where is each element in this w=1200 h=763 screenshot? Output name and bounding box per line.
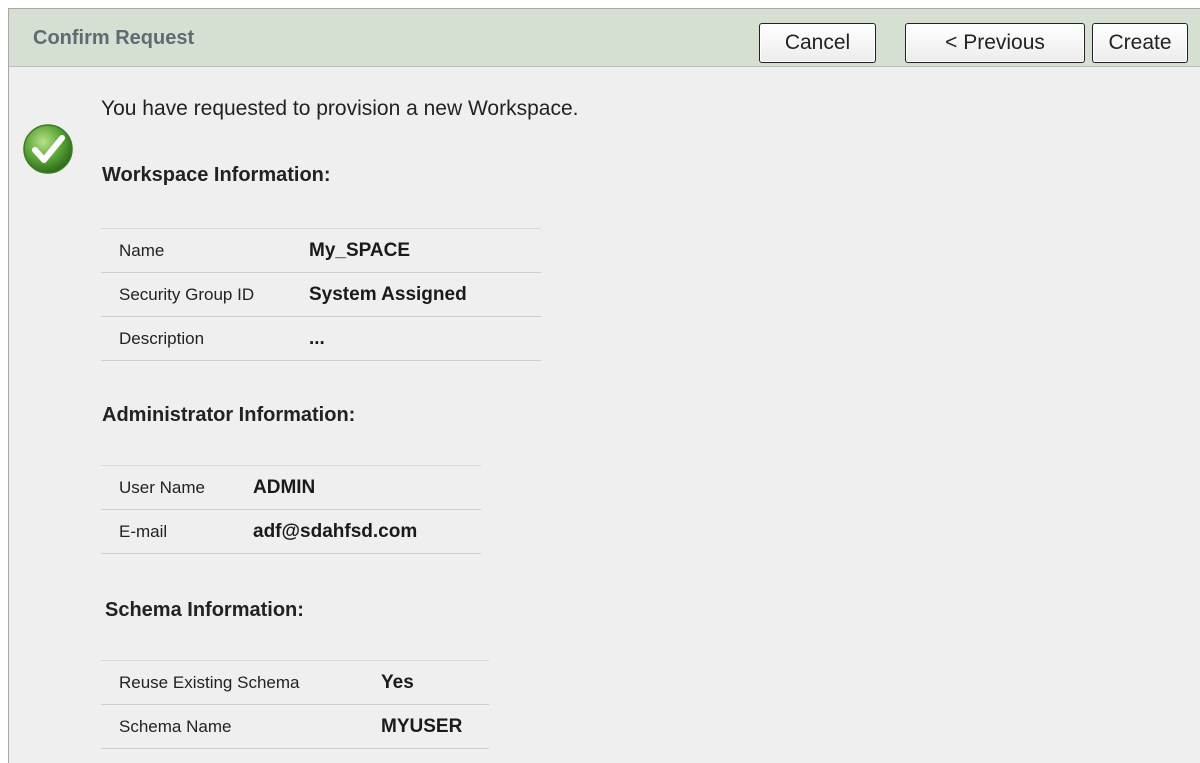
user-name-value: ADMIN	[253, 476, 316, 498]
reuse-schema-label: Reuse Existing Schema	[119, 672, 300, 692]
administrator-info-table: User Name ADMIN E-mail adf@sdahfsd.com	[101, 465, 481, 554]
schema-name-label: Schema Name	[119, 716, 232, 736]
security-group-label: Security Group ID	[119, 284, 255, 304]
name-value: My_SPACE	[309, 239, 411, 261]
description-value: ...	[309, 327, 325, 349]
checkmark-icon	[23, 124, 73, 174]
confirmation-message: You have requested to provision a new Wo…	[101, 97, 579, 120]
workspace-info-table: Name My_SPACE Security Group ID System A…	[101, 228, 541, 361]
confirm-request-region: Confirm Request Cancel < Previous Create…	[8, 8, 1200, 763]
table-row: User Name ADMIN	[101, 465, 481, 510]
name-label: Name	[119, 240, 165, 260]
table-row: Schema Name MYUSER	[101, 704, 489, 749]
email-label: E-mail	[119, 521, 168, 541]
reuse-schema-value: Yes	[381, 671, 414, 693]
security-group-value: System Assigned	[309, 283, 467, 305]
table-row: Description ...	[101, 316, 541, 361]
email-value: adf@sdahfsd.com	[253, 520, 418, 542]
workspace-info-heading: Workspace Information:	[102, 164, 331, 186]
table-row: Security Group ID System Assigned	[101, 272, 541, 317]
description-label: Description	[119, 328, 205, 348]
region-header: Confirm Request Cancel < Previous Create	[9, 9, 1200, 67]
region-title: Confirm Request	[33, 27, 195, 49]
schema-name-value: MYUSER	[381, 715, 463, 737]
cancel-button[interactable]: Cancel	[759, 23, 876, 63]
schema-info-heading: Schema Information:	[105, 599, 304, 621]
administrator-info-heading: Administrator Information:	[102, 404, 356, 426]
create-button[interactable]: Create	[1092, 23, 1188, 63]
table-row: Reuse Existing Schema Yes	[101, 660, 489, 705]
previous-button[interactable]: < Previous	[905, 23, 1085, 63]
table-row: E-mail adf@sdahfsd.com	[101, 509, 481, 554]
user-name-label: User Name	[119, 477, 205, 497]
table-row: Name My_SPACE	[101, 228, 541, 273]
schema-info-table: Reuse Existing Schema Yes Schema Name MY…	[101, 660, 489, 749]
